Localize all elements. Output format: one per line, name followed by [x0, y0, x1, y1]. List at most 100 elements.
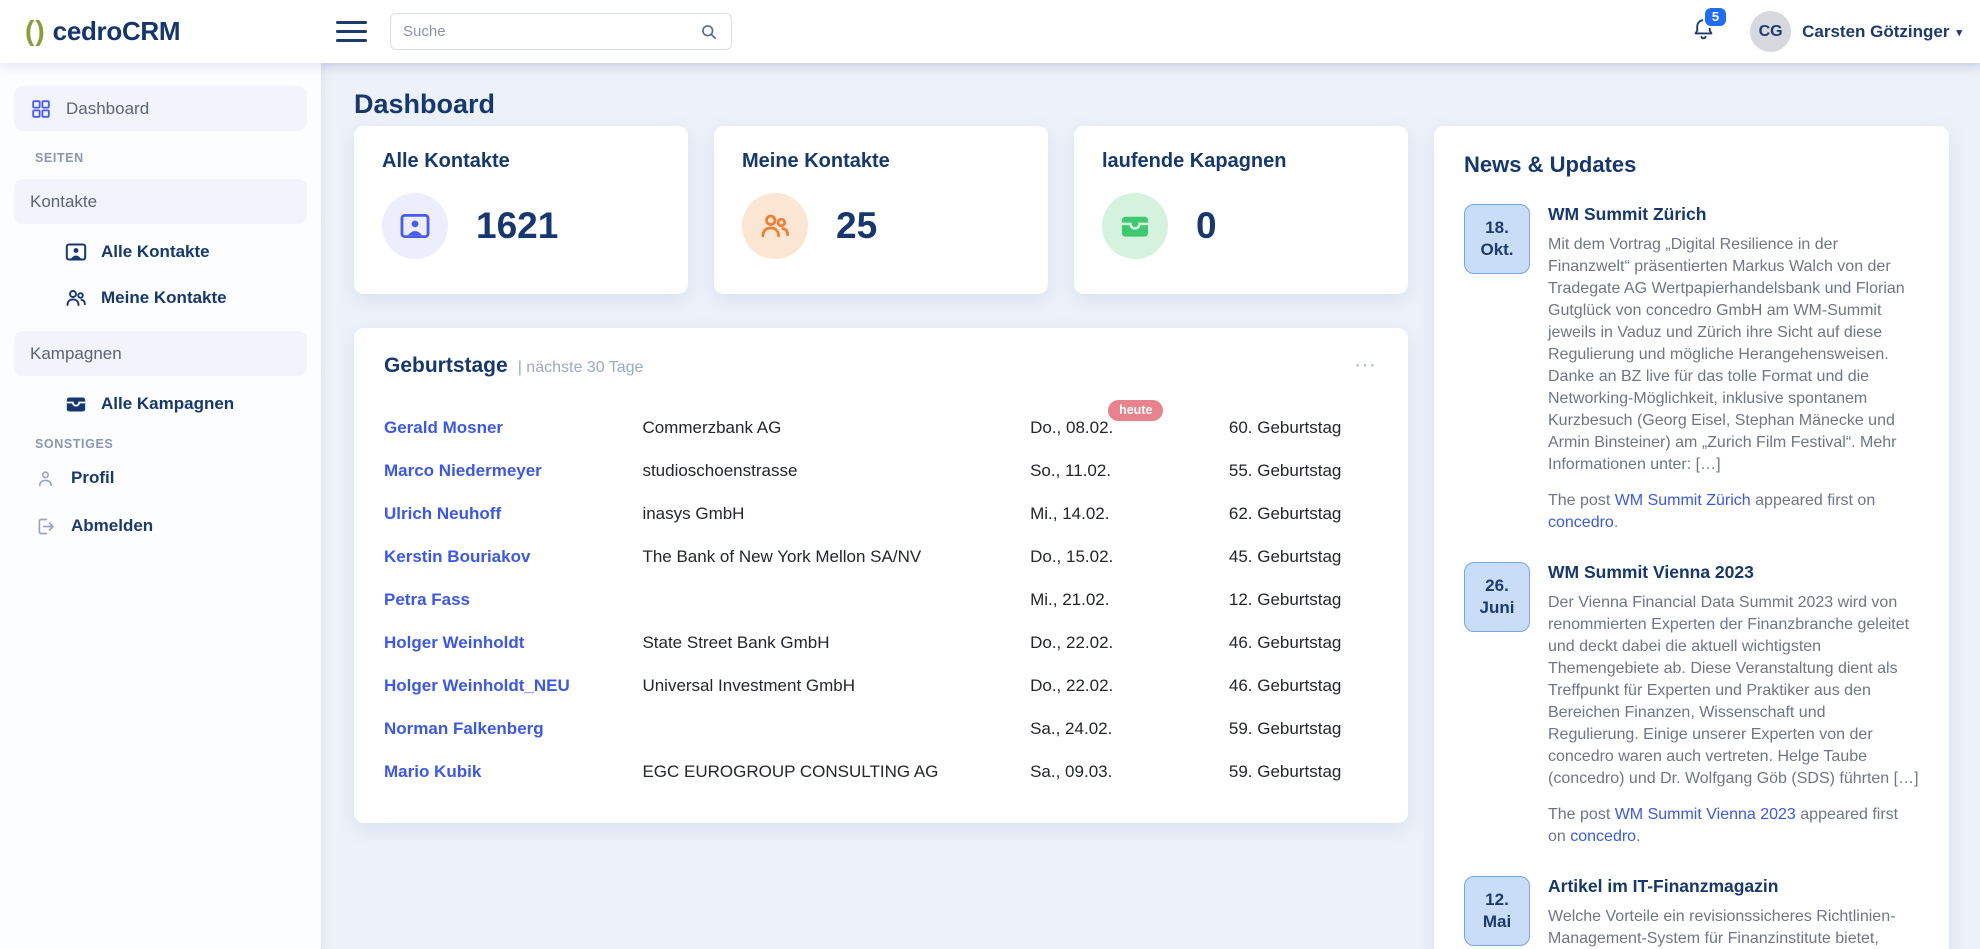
footer-text: The post	[1548, 492, 1615, 509]
notifications-button[interactable]: 5	[1691, 16, 1716, 47]
sidebar-item-abmelden[interactable]: Abmelden	[35, 513, 321, 539]
user-menu[interactable]: Carsten Götzinger ▾	[1802, 22, 1962, 42]
person-icon	[35, 468, 56, 489]
birthday-cell: 45. Geburtstag	[1229, 547, 1378, 567]
logout-icon	[35, 516, 56, 537]
birthday-cell: 60. Geburtstag	[1229, 418, 1378, 438]
panel-subtitle: | nächste 30 Tage	[518, 359, 644, 377]
stat-card-meine-kontakte: Meine Kontakte 25	[714, 126, 1048, 294]
ellipsis-menu-icon[interactable]: ⋯	[1354, 360, 1378, 370]
birthday-cell: 62. Geburtstag	[1229, 504, 1378, 524]
birthday-cell: 59. Geburtstag	[1229, 762, 1378, 782]
sidebar-item-alle-kontakte[interactable]: Alle Kontakte	[64, 239, 321, 265]
briefcase-icon	[64, 392, 88, 416]
news-date-month: Mai	[1483, 911, 1511, 933]
stat-value: 0	[1196, 205, 1217, 247]
contact-name-link[interactable]: Gerald Mosner	[384, 418, 642, 438]
contact-name-link[interactable]: Ulrich Neuhoff	[384, 504, 642, 524]
logo-text: cedroCRM	[53, 16, 181, 47]
sidebar-item-dashboard[interactable]: Dashboard	[14, 86, 307, 131]
date-text: Do., 15.02.	[1030, 547, 1113, 566]
sidebar-item-label: Abmelden	[71, 516, 153, 536]
date-text: Do., 22.02.	[1030, 676, 1113, 695]
avatar[interactable]: CG	[1750, 11, 1791, 52]
search-icon[interactable]	[699, 22, 719, 42]
news-title: Artikel im IT-Finanzmagazin	[1548, 876, 1919, 897]
people-icon	[742, 193, 808, 259]
sidebar-item-kampagnen[interactable]: Kampagnen	[14, 331, 307, 376]
birthday-cell: 12. Geburtstag	[1229, 590, 1378, 610]
table-row: Norman Falkenberg Sa., 24.02. 59. Geburt…	[384, 707, 1378, 750]
date-text: Do., 22.02.	[1030, 633, 1113, 652]
company-cell: EGC EUROGROUP CONSULTING AG	[642, 762, 1030, 782]
news-date-month: Okt.	[1480, 239, 1513, 261]
news-footer: The post WM Summit Zürich appeared first…	[1548, 490, 1919, 534]
news-item: 18. Okt. WM Summit Zürich Mit dem Vortra…	[1464, 204, 1919, 534]
contact-name-link[interactable]: Holger Weinholdt	[384, 633, 642, 653]
news-body: Der Vienna Financial Data Summit 2023 wi…	[1548, 592, 1919, 790]
date-text: Do., 08.02.	[1030, 418, 1113, 437]
sidebar-item-kontakte[interactable]: Kontakte	[14, 179, 307, 224]
contact-name-link[interactable]: Petra Fass	[384, 590, 642, 610]
news-date-month: Juni	[1480, 597, 1515, 619]
news-post-link[interactable]: WM Summit Zürich	[1615, 492, 1751, 509]
sidebar-item-alle-kampagnen[interactable]: Alle Kampagnen	[64, 391, 321, 417]
date-cell: Do., 15.02.	[1030, 547, 1229, 567]
news-date-day: 26.	[1485, 575, 1509, 597]
news-heading: News & Updates	[1464, 152, 1919, 178]
hamburger-menu-icon[interactable]	[336, 21, 367, 42]
contact-name-link[interactable]: Norman Falkenberg	[384, 719, 642, 739]
panel-title: Geburtstage	[384, 354, 508, 378]
sidebar-item-label: Kampagnen	[30, 344, 122, 364]
sidebar-item-label: Dashboard	[66, 99, 149, 119]
table-row: Petra Fass Mi., 21.02. 12. Geburtstag	[384, 578, 1378, 621]
sidebar-item-label: Alle Kampagnen	[101, 394, 234, 414]
sidebar-item-meine-kontakte[interactable]: Meine Kontakte	[64, 285, 321, 311]
contact-name-link[interactable]: Marco Niedermeyer	[384, 461, 642, 481]
stat-card-alle-kontakte: Alle Kontakte 1621	[354, 126, 688, 294]
search-box[interactable]	[390, 13, 732, 50]
search-input[interactable]	[403, 23, 699, 40]
stat-title: Meine Kontakte	[742, 150, 1020, 173]
sidebar-item-label: Alle Kontakte	[101, 242, 210, 262]
news-source-link[interactable]: concedro	[1548, 514, 1614, 531]
news-footer: The post WM Summit Vienna 2023 appeared …	[1548, 804, 1919, 848]
date-cell: Do., 22.02.	[1030, 676, 1229, 696]
date-cell: So., 11.02.	[1030, 461, 1229, 481]
birthdays-table: Gerald Mosner Commerzbank AG Do., 08.02.…	[384, 406, 1378, 793]
footer-text: .	[1636, 828, 1640, 845]
sidebar: Dashboard SEITEN Kontakte Alle Kontakte	[0, 63, 321, 949]
topbar: () cedroCRM 5 CG Carsten Götzinger ▾	[0, 0, 1980, 63]
sidebar-item-label: Meine Kontakte	[101, 288, 227, 308]
news-date-day: 18.	[1485, 217, 1509, 239]
stat-cards: Alle Kontakte 1621	[354, 126, 1408, 294]
date-text: Sa., 24.02.	[1030, 719, 1112, 738]
sidebar-item-label: Profil	[71, 468, 114, 488]
logo-mark-icon: ()	[25, 15, 46, 47]
birthday-cell: 55. Geburtstag	[1229, 461, 1378, 481]
company-cell: The Bank of New York Mellon SA/NV	[642, 547, 1030, 567]
page-title: Dashboard	[354, 88, 1408, 120]
company-cell: State Street Bank GmbH	[642, 633, 1030, 653]
news-post-link[interactable]: WM Summit Vienna 2023	[1615, 806, 1796, 823]
company-cell: Universal Investment GmbH	[642, 676, 1030, 696]
stat-value: 1621	[476, 205, 558, 247]
company-cell: studioschoenstrasse	[642, 461, 1030, 481]
birthday-cell: 59. Geburtstag	[1229, 719, 1378, 739]
table-row: Kerstin Bouriakov The Bank of New York M…	[384, 535, 1378, 578]
contact-card-icon	[382, 193, 448, 259]
contact-name-link[interactable]: Kerstin Bouriakov	[384, 547, 642, 567]
contact-name-link[interactable]: Mario Kubik	[384, 762, 642, 782]
news-body: Mit dem Vortrag „Digital Resilience in d…	[1548, 234, 1919, 476]
briefcase-icon	[1102, 193, 1168, 259]
news-list: 18. Okt. WM Summit Zürich Mit dem Vortra…	[1464, 204, 1919, 949]
table-row: Holger Weinholdt_NEU Universal Investmen…	[384, 664, 1378, 707]
stat-title: laufende Kapagnen	[1102, 150, 1380, 173]
date-cell: Mi., 14.02.	[1030, 504, 1229, 524]
news-source-link[interactable]: concedro	[1570, 828, 1636, 845]
news-date-day: 12.	[1485, 889, 1509, 911]
sidebar-item-profil[interactable]: Profil	[35, 465, 321, 491]
table-row: Gerald Mosner Commerzbank AG Do., 08.02.…	[384, 406, 1378, 449]
contact-name-link[interactable]: Holger Weinholdt_NEU	[384, 676, 642, 696]
table-row: Ulrich Neuhoff inasys GmbH Mi., 14.02. 6…	[384, 492, 1378, 535]
